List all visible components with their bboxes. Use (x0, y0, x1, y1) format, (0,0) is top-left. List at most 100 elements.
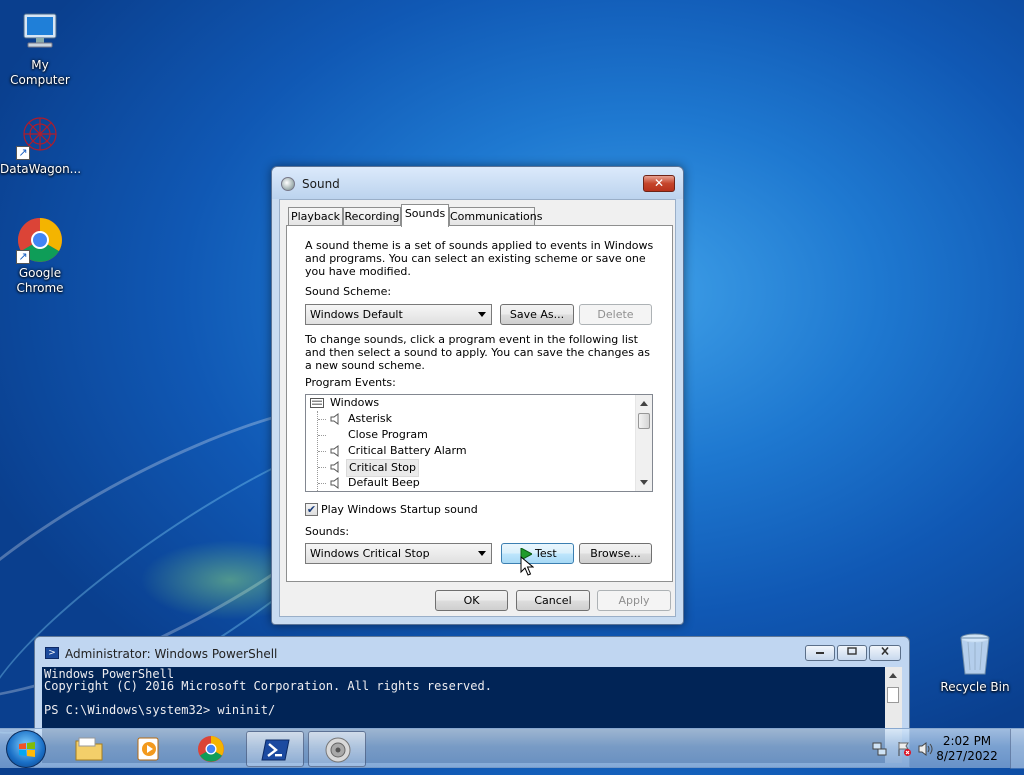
desktop-icon-recycle-bin[interactable]: Recycle Bin (935, 630, 1015, 695)
shortcut-arrow-icon: ↗ (16, 250, 30, 264)
desktop-icon-label: Google Chrome (16, 266, 64, 295)
events-scrollbar[interactable] (635, 395, 652, 491)
desktop-icon-my-computer[interactable]: My Computer (0, 8, 80, 88)
dialog-titlebar[interactable]: Sound ✕ (272, 167, 683, 199)
desktop-icon-label: Recycle Bin (940, 680, 1010, 694)
powershell-title: Administrator: Windows PowerShell (65, 647, 278, 661)
chevron-down-icon (478, 551, 486, 556)
desktop-icon-label: My Computer (10, 58, 70, 87)
desktop-icon-datawagon[interactable]: ↗ DataWagon... (0, 112, 82, 177)
taskbar-chrome[interactable] (182, 731, 240, 767)
tab-sounds[interactable]: Sounds (401, 204, 449, 227)
intro-text: A sound theme is a set of sounds applied… (305, 239, 654, 278)
recycle-bin-icon (951, 630, 999, 678)
taskbar-powershell[interactable] (246, 731, 304, 767)
chevron-down-icon (478, 312, 486, 317)
folder-icon (75, 737, 103, 761)
test-button[interactable]: Test (501, 543, 574, 564)
tree-item-asterisk[interactable]: Asterisk (306, 411, 626, 427)
tree-item-critical-stop[interactable]: Critical Stop (306, 459, 626, 477)
dialog-body: Playback Recording Sounds Communications… (279, 199, 676, 617)
sound-scheme-value: Windows Default (310, 308, 403, 321)
sound-scheme-select[interactable]: Windows Default (305, 304, 492, 325)
cancel-button[interactable]: Cancel (516, 590, 590, 611)
speaker-icon (281, 177, 295, 191)
close-button[interactable]: ✕ (643, 175, 675, 192)
system-tray: 2:02 PM 8/27/2022 (854, 729, 1024, 769)
program-events-label: Program Events: (305, 376, 396, 389)
start-button[interactable] (6, 730, 46, 768)
shortcut-arrow-icon: ↗ (16, 146, 30, 160)
browse-button[interactable]: Browse... (579, 543, 652, 564)
tree-item-critical-battery-alarm[interactable]: Critical Battery Alarm (306, 443, 626, 459)
ok-button[interactable]: OK (435, 590, 508, 611)
startup-sound-checkbox[interactable]: ✔ (305, 503, 318, 516)
action-center-flag-icon[interactable] (896, 741, 912, 757)
sound-scheme-label: Sound Scheme: (305, 285, 392, 298)
scroll-up-arrow-icon[interactable] (889, 673, 897, 678)
taskbar-clock[interactable]: 2:02 PM 8/27/2022 (932, 734, 1002, 764)
maximize-button[interactable] (837, 645, 867, 661)
tab-playback[interactable]: Playback (288, 207, 343, 226)
datawagon-icon: ↗ (16, 112, 64, 160)
show-desktop-button[interactable] (1010, 729, 1024, 769)
taskbar: 2:02 PM 8/27/2022 (0, 728, 1024, 769)
media-player-icon (137, 737, 159, 761)
sounds-value: Windows Critical Stop (310, 547, 430, 560)
taskbar-explorer[interactable] (60, 731, 118, 767)
windows-group-icon (310, 398, 324, 408)
mouse-cursor-icon (520, 556, 534, 576)
program-events-list[interactable]: Windows Asterisk Close Program Critical … (305, 394, 653, 492)
chrome-icon: ↗ (16, 216, 64, 264)
close-icon (881, 646, 889, 656)
console-line: Copyright (C) 2016 Microsoft Corporation… (44, 679, 492, 693)
maximize-icon (847, 647, 857, 655)
desktop-icon-label: DataWagon... (0, 162, 82, 176)
minimize-button[interactable] (805, 645, 835, 661)
sounds-select[interactable]: Windows Critical Stop (305, 543, 492, 564)
clock-date: 8/27/2022 (936, 749, 998, 763)
tree-item-close-program[interactable]: Close Program (306, 427, 626, 443)
minimize-icon (816, 652, 824, 654)
scroll-thumb[interactable] (887, 687, 899, 703)
tree-item-label: Asterisk (348, 412, 393, 425)
desktop-icon-google-chrome[interactable]: ↗ Google Chrome (0, 216, 80, 296)
tree-group-label: Windows (330, 396, 380, 409)
tree-item-default-beep[interactable]: Default Beep (306, 475, 626, 491)
network-icon[interactable] (872, 741, 888, 757)
sounds-label: Sounds: (305, 525, 350, 538)
clock-time: 2:02 PM (942, 734, 992, 748)
tab-communications[interactable]: Communications (449, 207, 542, 226)
computer-icon (16, 8, 64, 56)
taskbar-sound[interactable] (308, 731, 366, 767)
speaker-icon (325, 737, 351, 763)
apply-button[interactable]: Apply (597, 590, 671, 611)
tree-item-label: Close Program (348, 428, 428, 441)
windows-logo-icon (19, 742, 35, 757)
test-button-label: Test (535, 547, 557, 560)
sound-dialog: Sound ✕ Playback Recording Sounds Commun… (271, 166, 684, 625)
speaker-icon (330, 445, 339, 457)
save-as-button[interactable]: Save As... (500, 304, 574, 325)
dialog-title: Sound (302, 177, 340, 191)
scroll-down-arrow-icon[interactable] (640, 480, 648, 485)
change-sounds-text: To change sounds, click a program event … (305, 333, 650, 372)
speaker-icon (330, 477, 339, 489)
sounds-panel: A sound theme is a set of sounds applied… (286, 225, 673, 582)
taskbar-media-player[interactable] (120, 731, 178, 767)
startup-sound-label: Play Windows Startup sound (321, 503, 478, 516)
scroll-thumb[interactable] (638, 413, 650, 429)
powershell-titlebar[interactable]: > Administrator: Windows PowerShell (35, 637, 909, 667)
powershell-icon (261, 739, 290, 761)
chrome-icon (198, 736, 224, 762)
speaker-icon (330, 413, 339, 425)
powershell-icon: > (45, 647, 59, 659)
tree-item-label: Critical Battery Alarm (348, 444, 467, 457)
speaker-icon (330, 461, 339, 473)
scroll-up-arrow-icon[interactable] (640, 401, 648, 406)
ps-close-button[interactable] (869, 645, 901, 661)
delete-button[interactable]: Delete (579, 304, 652, 325)
tree-item-label: Default Beep (348, 476, 420, 489)
tab-recording[interactable]: Recording (343, 207, 401, 226)
console-prompt-line: PS C:\Windows\system32> wininit/ (44, 703, 276, 717)
